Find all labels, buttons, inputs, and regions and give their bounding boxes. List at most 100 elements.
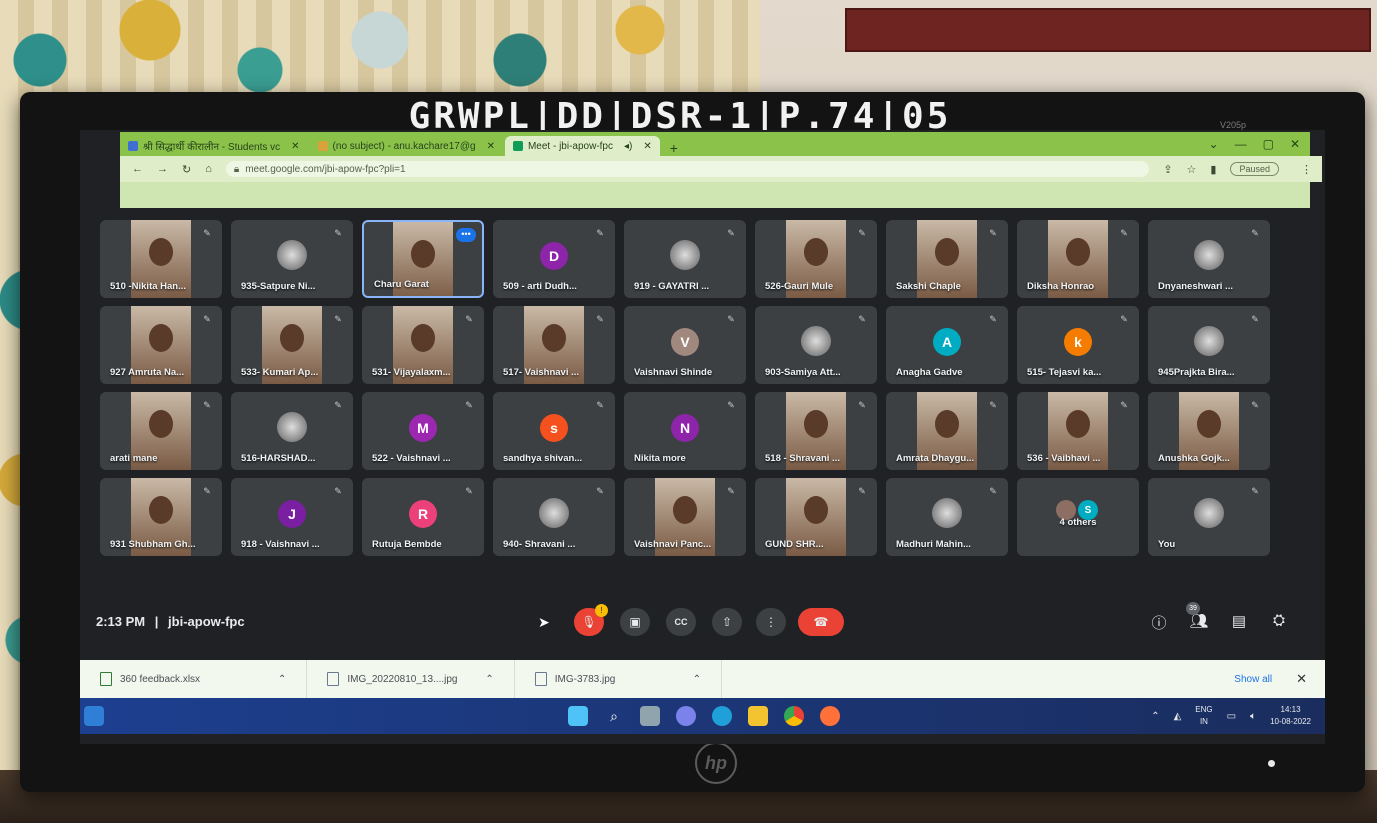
download-item[interactable]: 360 feedback.xlsx ⌃ bbox=[80, 660, 308, 698]
more-options-icon[interactable]: ••• bbox=[456, 228, 476, 242]
participant-tile[interactable]: ✎ Vaishnavi Panc... bbox=[624, 478, 746, 556]
mic-off-icon: ✎ bbox=[989, 486, 997, 496]
browser-tab-students[interactable]: श्री सिद्धार्थी कीरालीन - Students vc ✕ bbox=[120, 136, 308, 156]
network-icon[interactable]: ▭ bbox=[1227, 711, 1236, 722]
participant-tile[interactable]: ✎ Dnyaneshwari ... bbox=[1148, 220, 1270, 298]
participant-tile[interactable]: R ✎ Rutuja Bembde bbox=[362, 478, 484, 556]
participant-tile[interactable]: ✎ 517- Vaishnavi ... bbox=[493, 306, 615, 384]
file-explorer-icon[interactable] bbox=[748, 706, 768, 726]
maximize-icon[interactable]: ▢ bbox=[1263, 137, 1274, 151]
activities-icon[interactable]: ⛭ bbox=[1268, 612, 1290, 629]
participant-tile[interactable]: ✎ 940- Shravani ... bbox=[493, 478, 615, 556]
close-icon[interactable]: ✕ bbox=[487, 141, 495, 152]
mic-toggle-button[interactable]: 🎙︎ ! bbox=[574, 604, 608, 636]
back-icon[interactable]: ← bbox=[132, 163, 143, 175]
camera-icon: ▣ bbox=[629, 615, 641, 629]
participant-tile[interactable]: ✎ 935-Satpure Ni... bbox=[231, 220, 353, 298]
participant-name: 940- Shravani ... bbox=[503, 539, 576, 550]
firefox-icon[interactable] bbox=[820, 706, 840, 726]
participant-tile[interactable]: ✎ 533- Kumari Ap... bbox=[231, 306, 353, 384]
reload-icon[interactable]: ↻ bbox=[182, 163, 191, 176]
participant-tile[interactable]: J ✎ 918 - Vaishnavi ... bbox=[231, 478, 353, 556]
participant-tile[interactable]: ✎ 510 -Nikita Han... bbox=[100, 220, 222, 298]
participant-tile[interactable]: ✎ arati mane bbox=[100, 392, 222, 470]
participant-tile[interactable]: ✎ 518 - Shravani ... bbox=[755, 392, 877, 470]
participant-tile[interactable]: ✎ You bbox=[1148, 478, 1270, 556]
participant-tile[interactable]: ✎ GUND SHR... bbox=[755, 478, 877, 556]
chevron-down-icon[interactable]: ⌄ bbox=[1209, 137, 1219, 151]
participant-tile[interactable]: D ✎ 509 - arti Dudh... bbox=[493, 220, 615, 298]
meeting-time: 2:13 PM bbox=[96, 614, 146, 629]
browser-tab-mail[interactable]: (no subject) - anu.kachare17@g ✕ bbox=[310, 136, 503, 156]
bookmark-star-icon[interactable]: ☆ bbox=[1187, 163, 1197, 176]
clock[interactable]: 14:13 10-08-2022 bbox=[1270, 704, 1311, 728]
edge-icon[interactable] bbox=[712, 706, 732, 726]
present-screen-button[interactable]: ⇧ bbox=[712, 608, 742, 636]
chevron-up-icon[interactable]: ⌃ bbox=[485, 674, 493, 685]
chevron-up-icon[interactable]: ⌃ bbox=[278, 674, 286, 685]
close-icon[interactable]: ✕ bbox=[643, 141, 651, 152]
participant-tile[interactable]: ✎ 526-Gauri Mule bbox=[755, 220, 877, 298]
participant-name: Madhuri Mahin... bbox=[896, 539, 971, 550]
participant-tile[interactable]: ✎ Madhuri Mahin... bbox=[886, 478, 1008, 556]
forward-icon[interactable]: → bbox=[157, 163, 168, 175]
share-icon[interactable]: ⇪ bbox=[1163, 163, 1172, 176]
task-view-icon[interactable] bbox=[640, 706, 660, 726]
end-call-button[interactable]: ☎︎ bbox=[798, 608, 844, 636]
participant-tile[interactable]: A ✎ Anagha Gadve bbox=[886, 306, 1008, 384]
teams-chat-icon[interactable] bbox=[676, 706, 696, 726]
participant-tile[interactable]: k ✎ 515- Tejasvi ka... bbox=[1017, 306, 1139, 384]
menu-dots-icon[interactable]: ⋮ bbox=[1301, 163, 1312, 176]
home-icon[interactable]: ⌂ bbox=[205, 163, 212, 175]
participant-tile[interactable]: M ✎ 522 - Vaishnavi ... bbox=[362, 392, 484, 470]
close-icon[interactable]: ✕ bbox=[291, 141, 299, 152]
people-button[interactable]: 39 👥︎ bbox=[1186, 602, 1210, 630]
chevron-up-icon[interactable]: ⌃ bbox=[693, 674, 701, 685]
participant-name: 526-Gauri Mule bbox=[765, 281, 834, 292]
show-all-downloads-link[interactable]: Show all bbox=[1234, 674, 1296, 685]
chat-icon[interactable]: ▤ bbox=[1228, 612, 1250, 630]
speaker-icon[interactable]: ◂) bbox=[624, 141, 632, 152]
participant-tile[interactable]: N ✎ Nikita more bbox=[624, 392, 746, 470]
chrome-icon[interactable] bbox=[784, 706, 804, 726]
participant-tile[interactable]: ✎ 531- Vijayalaxm... bbox=[362, 306, 484, 384]
camera-toggle-button[interactable]: ▣ bbox=[620, 608, 650, 636]
participant-tile[interactable]: S4 others bbox=[1017, 478, 1139, 556]
participant-tile[interactable]: ✎ 931 Shubham Gh... bbox=[100, 478, 222, 556]
participant-tile[interactable]: V ✎ Vaishnavi Shinde bbox=[624, 306, 746, 384]
windows-start-icon[interactable] bbox=[568, 706, 588, 726]
participant-tile[interactable]: ✎ Anushka Gojk... bbox=[1148, 392, 1270, 470]
minimize-icon[interactable]: — bbox=[1235, 137, 1247, 151]
participant-tile[interactable]: ✎ 945Prajkta Bira... bbox=[1148, 306, 1270, 384]
participant-tile[interactable]: ✎ Diksha Honrao bbox=[1017, 220, 1139, 298]
download-item[interactable]: IMG-3783.jpg ⌃ bbox=[515, 660, 723, 698]
participant-tile[interactable]: ✎ 903-Samiya Att... bbox=[755, 306, 877, 384]
url-field[interactable]: 🔒︎ meet.google.com/jbi-apow-fpc?pli=1 bbox=[225, 161, 1150, 177]
search-icon[interactable]: ⌕ bbox=[604, 706, 624, 726]
more-options-button[interactable]: ⋮ bbox=[756, 608, 786, 636]
info-icon[interactable]: ⓘ bbox=[1148, 612, 1170, 633]
browser-tab-meet[interactable]: Meet - jbi-apow-fpc ◂) ✕ bbox=[504, 136, 660, 156]
mic-off-icon: ✎ bbox=[596, 228, 604, 238]
volume-icon[interactable]: 🔈︎ bbox=[1250, 711, 1256, 722]
language-indicator[interactable]: ENG IN bbox=[1195, 704, 1212, 728]
chevron-up-icon[interactable]: ⌃ bbox=[1151, 711, 1159, 722]
profile-paused-button[interactable]: Paused bbox=[1230, 162, 1279, 176]
participant-tile[interactable]: ✎ Sakshi Chaple bbox=[886, 220, 1008, 298]
participant-tile[interactable]: ✎ 516-HARSHAD... bbox=[231, 392, 353, 470]
close-window-icon[interactable]: ✕ bbox=[1290, 137, 1300, 151]
widgets-icon[interactable] bbox=[84, 706, 104, 726]
download-item[interactable]: IMG_20220810_13....jpg ⌃ bbox=[307, 660, 515, 698]
sidepanel-icon[interactable]: ▮ bbox=[1210, 163, 1216, 176]
participant-tile[interactable]: ✎ 919 - GAYATRI ... bbox=[624, 220, 746, 298]
participant-tile[interactable]: ✎ Amrata Dhaygu... bbox=[886, 392, 1008, 470]
participant-tile[interactable]: ✎ 536 - Vaibhavi ... bbox=[1017, 392, 1139, 470]
participant-tile[interactable]: ✎ 927 Amruta Na... bbox=[100, 306, 222, 384]
close-icon[interactable]: ✕ bbox=[1296, 671, 1325, 687]
captions-button[interactable]: CC bbox=[666, 608, 696, 636]
participant-tile[interactable]: ••• Charu Garat bbox=[362, 220, 484, 298]
new-tab-button[interactable]: + bbox=[662, 140, 686, 156]
browser-tab-bar: श्री सिद्धार्थी कीरालीन - Students vc ✕ … bbox=[120, 132, 1310, 156]
participant-tile[interactable]: s ✎ sandhya shivan... bbox=[493, 392, 615, 470]
google-drive-icon[interactable]: ◭ bbox=[1174, 711, 1182, 722]
